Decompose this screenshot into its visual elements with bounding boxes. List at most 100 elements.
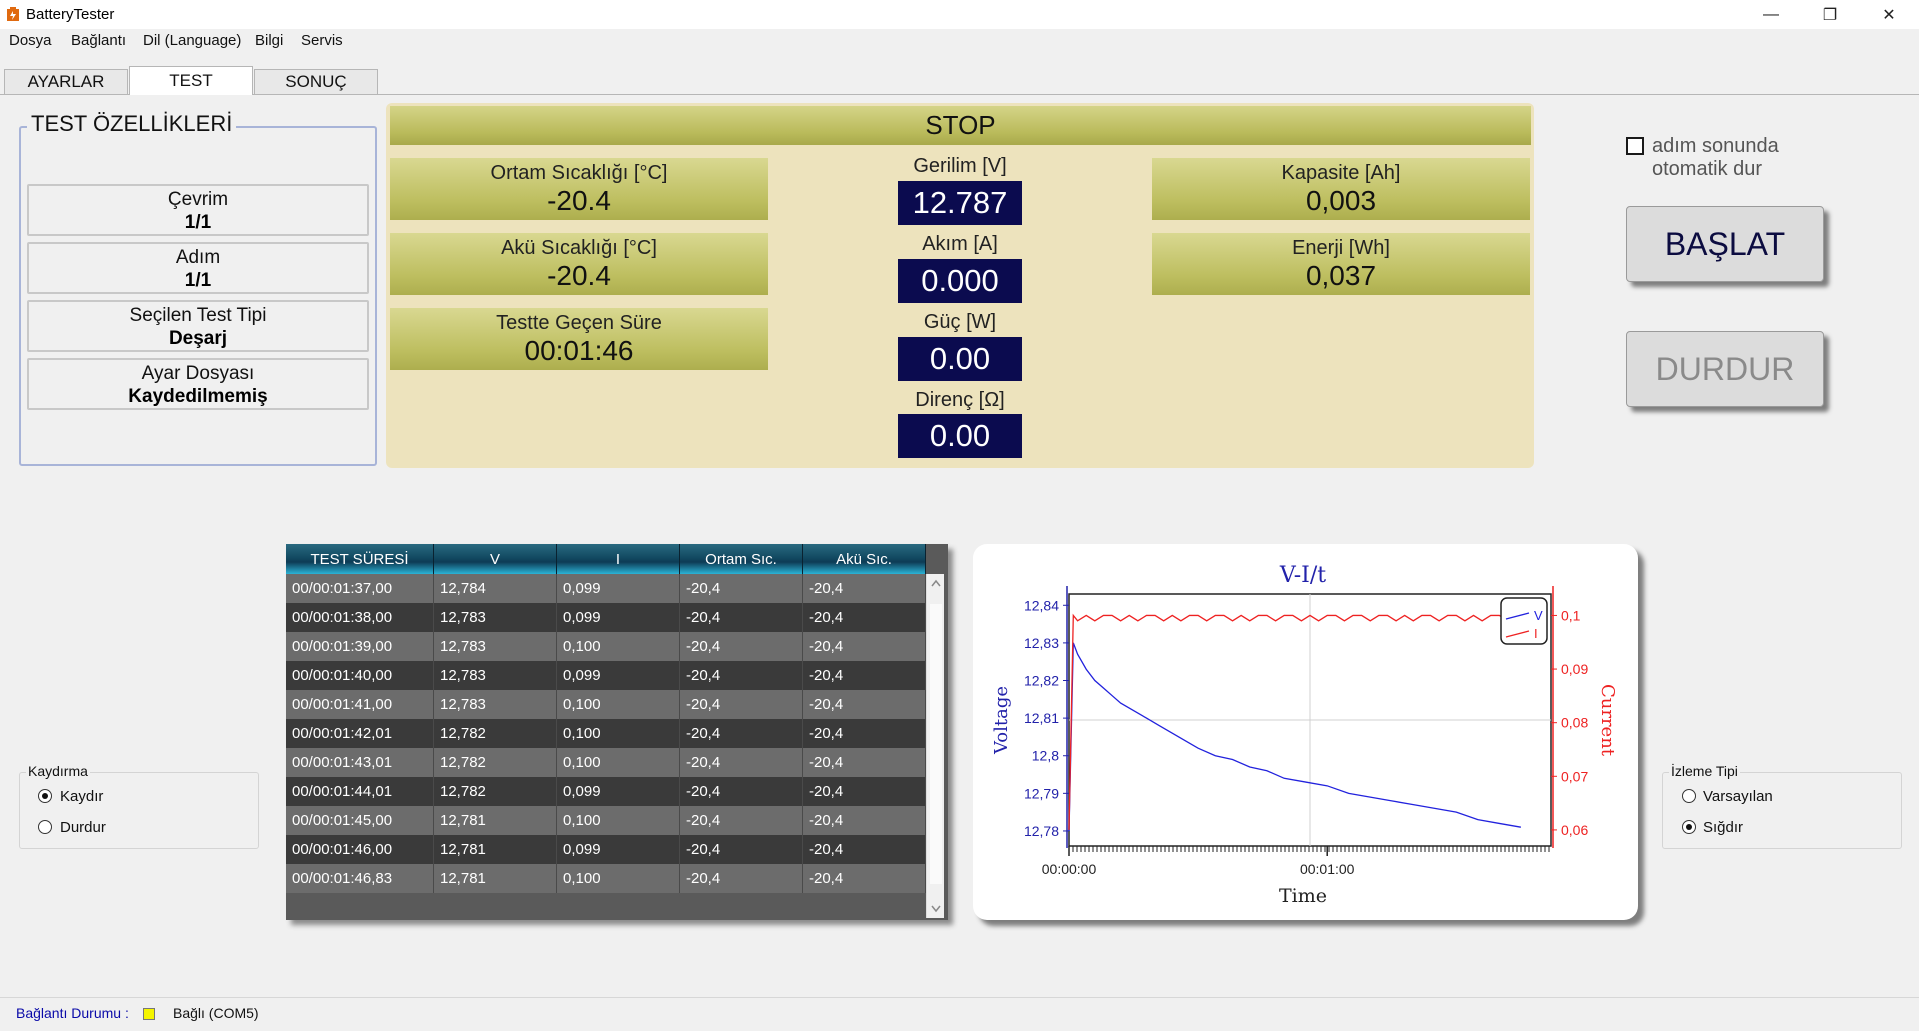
scroll-option-stop-radio[interactable] [38, 820, 52, 834]
col-ambient-temp[interactable]: Ortam Sıc. [680, 544, 803, 574]
table-cell: -20,4 [803, 835, 926, 864]
col-voltage[interactable]: V [434, 544, 557, 574]
table-cell: 0,099 [557, 661, 680, 690]
table-row[interactable]: 00/00:01:42,01 12,782 0,100 -20,4 -20,4 [286, 719, 926, 748]
capacity-label: Kapasite [Ah] [1281, 162, 1401, 184]
auto-stop-checkbox[interactable] [1626, 137, 1644, 155]
start-button[interactable]: BAŞLAT [1626, 206, 1824, 282]
table-cell: -20,4 [803, 661, 926, 690]
menu-servis[interactable]: Servis [301, 32, 343, 49]
col-battery-temp[interactable]: Akü Sıc. [803, 544, 926, 574]
table-cell: 00/00:01:45,00 [286, 806, 434, 835]
table-cell: 12,783 [434, 632, 557, 661]
ambient-temp-value: -20.4 [547, 185, 611, 216]
test-properties-title: TEST ÖZELLİKLERİ [27, 111, 237, 137]
prop-step-label: Adım [175, 247, 221, 268]
table-cell: 12,783 [434, 690, 557, 719]
table-cell: -20,4 [680, 574, 803, 603]
tab-ayarlar[interactable]: AYARLAR [4, 69, 128, 94]
table-row[interactable]: 00/00:01:37,00 12,784 0,099 -20,4 -20,4 [286, 574, 926, 603]
energy-label: Enerji [Wh] [1292, 237, 1390, 259]
resistance-value: 0.00 [898, 414, 1022, 458]
table-row[interactable]: 00/00:01:44,01 12,782 0,099 -20,4 -20,4 [286, 777, 926, 806]
table-cell: 00/00:01:46,83 [286, 864, 434, 893]
table-cell: 12,781 [434, 864, 557, 893]
table-cell: -20,4 [680, 835, 803, 864]
status-bar [0, 997, 1919, 1031]
connection-status-text: Bağlı (COM5) [173, 1005, 259, 1021]
test-status-banner: STOP [390, 106, 1531, 145]
stop-button[interactable]: DURDUR [1626, 331, 1824, 407]
table-row[interactable]: 00/00:01:39,00 12,783 0,100 -20,4 -20,4 [286, 632, 926, 661]
table-cell: -20,4 [680, 748, 803, 777]
prop-cycle: Çevrim 1/1 [27, 184, 369, 236]
table-cell: 0,100 [557, 719, 680, 748]
view-option-default-radio[interactable] [1682, 789, 1696, 803]
table-cell: 00/00:01:39,00 [286, 632, 434, 661]
table-cell: 00/00:01:40,00 [286, 661, 434, 690]
y-tick-label: 12,84 [1024, 597, 1059, 613]
menu-bilgi[interactable]: Bilgi [255, 32, 283, 49]
maximize-button[interactable]: ❐ [1802, 0, 1858, 29]
y-tick-label: 12,81 [1024, 710, 1059, 726]
prop-step: Adım 1/1 [27, 242, 369, 294]
table-row[interactable]: 00/00:01:38,00 12,783 0,099 -20,4 -20,4 [286, 603, 926, 632]
tab-test[interactable]: TEST [129, 66, 253, 95]
menu-dosya[interactable]: Dosya [9, 32, 52, 49]
prop-test-type-label: Seçilen Test Tipi [129, 305, 267, 326]
view-option-fit-radio[interactable] [1682, 820, 1696, 834]
battery-temp-label: Akü Sıcaklığı [°C] [501, 237, 657, 259]
table-row[interactable]: 00/00:01:46,00 12,781 0,099 -20,4 -20,4 [286, 835, 926, 864]
menu-baglanti[interactable]: Bağlantı [71, 32, 126, 49]
battery-temp-value: -20.4 [547, 260, 611, 291]
view-option-fit-label[interactable]: Sığdır [1703, 819, 1743, 836]
scrollbar-arrows [930, 579, 942, 913]
table-cell: -20,4 [803, 748, 926, 777]
table-cell: -20,4 [803, 690, 926, 719]
view-option-default-label[interactable]: Varsayılan [1703, 788, 1773, 805]
elapsed-time-value: 00:01:46 [524, 335, 634, 366]
scroll-option-stop-label[interactable]: Durdur [60, 819, 106, 836]
col-current[interactable]: I [557, 544, 680, 574]
table-cell: 0,099 [557, 777, 680, 806]
y2-axis-label: Current [1597, 684, 1618, 757]
table-scrollbar[interactable] [926, 574, 944, 918]
scroll-down-icon [931, 905, 941, 913]
scroll-track [930, 604, 942, 884]
table-row[interactable]: 00/00:01:43,01 12,782 0,100 -20,4 -20,4 [286, 748, 926, 777]
window-title: BatteryTester [26, 6, 115, 23]
prop-test-type: Seçilen Test Tipi Deşarj [27, 300, 369, 352]
table-cell: -20,4 [803, 864, 926, 893]
table-cell: 0,099 [557, 574, 680, 603]
maximize-icon: ❐ [1822, 6, 1838, 24]
y2-tick-label: 0,08 [1561, 715, 1588, 731]
scroll-option-scroll-label[interactable]: Kaydır [60, 788, 103, 805]
table-cell: 12,781 [434, 806, 557, 835]
y-tick-label: 12,79 [1024, 785, 1059, 801]
table-cell: 0,100 [557, 806, 680, 835]
table-cell: 0,100 [557, 690, 680, 719]
table-cell: 12,782 [434, 719, 557, 748]
view-mode-title: İzleme Tipi [1669, 763, 1740, 779]
col-test-time[interactable]: TEST SÜRESİ [286, 544, 434, 574]
table-cell: 0,099 [557, 603, 680, 632]
table-cell: 0,100 [557, 864, 680, 893]
table-row[interactable]: 00/00:01:45,00 12,781 0,100 -20,4 -20,4 [286, 806, 926, 835]
table-row[interactable]: 00/00:01:46,83 12,781 0,100 -20,4 -20,4 [286, 864, 926, 893]
close-button[interactable]: ✕ [1861, 0, 1917, 29]
tab-sonuc[interactable]: SONUÇ [254, 69, 378, 94]
ambient-temp-reading: Ortam Sıcaklığı [°C] -20.4 [390, 158, 768, 220]
view-mode-group [1662, 772, 1902, 849]
scroll-option-scroll-radio[interactable] [38, 789, 52, 803]
table-cell: -20,4 [680, 661, 803, 690]
table-cell: 00/00:01:44,01 [286, 777, 434, 806]
minimize-button[interactable]: — [1743, 0, 1799, 29]
table-row[interactable]: 00/00:01:41,00 12,783 0,100 -20,4 -20,4 [286, 690, 926, 719]
auto-stop-label-line2: otomatik dur [1652, 158, 1763, 180]
resistance-label: Direnç [Ω] [915, 389, 1005, 411]
menu-language[interactable]: Dil (Language) [143, 32, 241, 49]
voltage-label: Gerilim [V] [913, 155, 1007, 177]
table-row[interactable]: 00/00:01:40,00 12,783 0,099 -20,4 -20,4 [286, 661, 926, 690]
table-cell: -20,4 [680, 806, 803, 835]
y-tick-label: 12,82 [1024, 673, 1059, 689]
